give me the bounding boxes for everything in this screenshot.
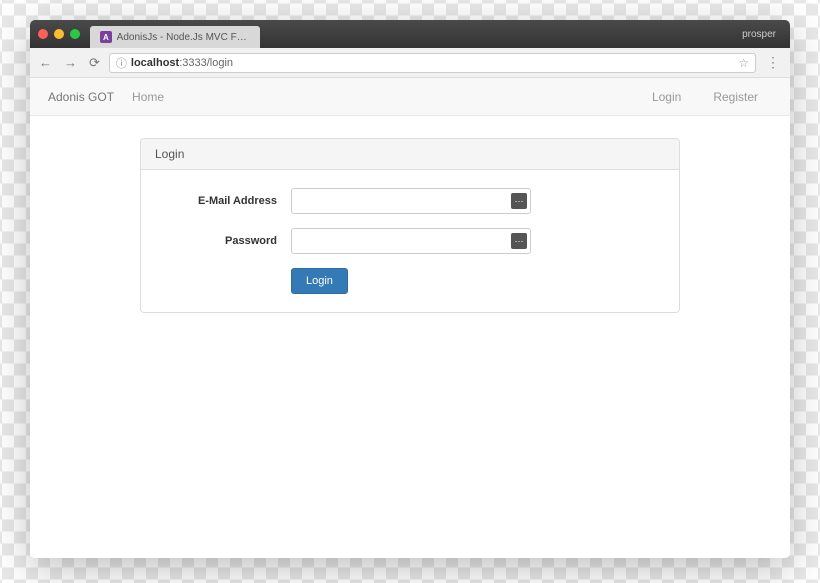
password-row: Password ⋯ [161, 228, 659, 254]
window-controls [38, 29, 80, 39]
info-icon: ⓘ [116, 55, 127, 71]
favicon-icon: A [100, 31, 112, 43]
url-input[interactable]: ⓘ localhost:3333/login ☆ [109, 53, 756, 73]
password-field[interactable] [291, 228, 531, 254]
nav-right: Login Register [652, 90, 772, 104]
nav-register[interactable]: Register [713, 90, 758, 104]
address-bar: ← → ⟳ ⓘ localhost:3333/login ☆ ⋮ [30, 48, 790, 78]
submit-row: Login [161, 268, 659, 294]
nav-home[interactable]: Home [132, 90, 164, 104]
login-panel: Login E-Mail Address ⋯ Password ⋯ [140, 138, 680, 313]
tab-title: AdonisJs - Node.Js MVC Fram [117, 32, 250, 43]
browser-tab[interactable]: A AdonisJs - Node.Js MVC Fram [90, 26, 260, 48]
autofill-icon[interactable]: ⋯ [511, 233, 527, 249]
browser-window: A AdonisJs - Node.Js MVC Fram prosper ← … [30, 20, 790, 558]
tab-bar: A AdonisJs - Node.Js MVC Fram prosper [30, 20, 790, 48]
bookmark-icon[interactable]: ☆ [738, 56, 749, 70]
nav-login[interactable]: Login [652, 90, 681, 104]
panel-title: Login [141, 139, 679, 170]
email-field[interactable] [291, 188, 531, 214]
close-icon[interactable] [38, 29, 48, 39]
reload-icon[interactable]: ⟳ [86, 55, 103, 71]
menu-icon[interactable]: ⋮ [762, 54, 784, 71]
panel-body: E-Mail Address ⋯ Password ⋯ [141, 170, 679, 312]
user-badge[interactable]: prosper [742, 29, 782, 40]
email-row: E-Mail Address ⋯ [161, 188, 659, 214]
password-label: Password [161, 235, 291, 247]
maximize-icon[interactable] [70, 29, 80, 39]
content: Login E-Mail Address ⋯ Password ⋯ [30, 116, 790, 335]
minimize-icon[interactable] [54, 29, 64, 39]
login-button[interactable]: Login [291, 268, 348, 294]
forward-icon[interactable]: → [61, 55, 80, 70]
viewport: Adonis GOT Home Login Register Login E-M… [30, 78, 790, 558]
email-label: E-Mail Address [161, 195, 291, 207]
autofill-icon[interactable]: ⋯ [511, 193, 527, 209]
url-text: localhost:3333/login [131, 57, 233, 69]
password-input-wrap: ⋯ [291, 228, 531, 254]
email-input-wrap: ⋯ [291, 188, 531, 214]
app-navbar: Adonis GOT Home Login Register [30, 78, 790, 116]
back-icon[interactable]: ← [36, 55, 55, 70]
brand[interactable]: Adonis GOT [48, 90, 114, 104]
